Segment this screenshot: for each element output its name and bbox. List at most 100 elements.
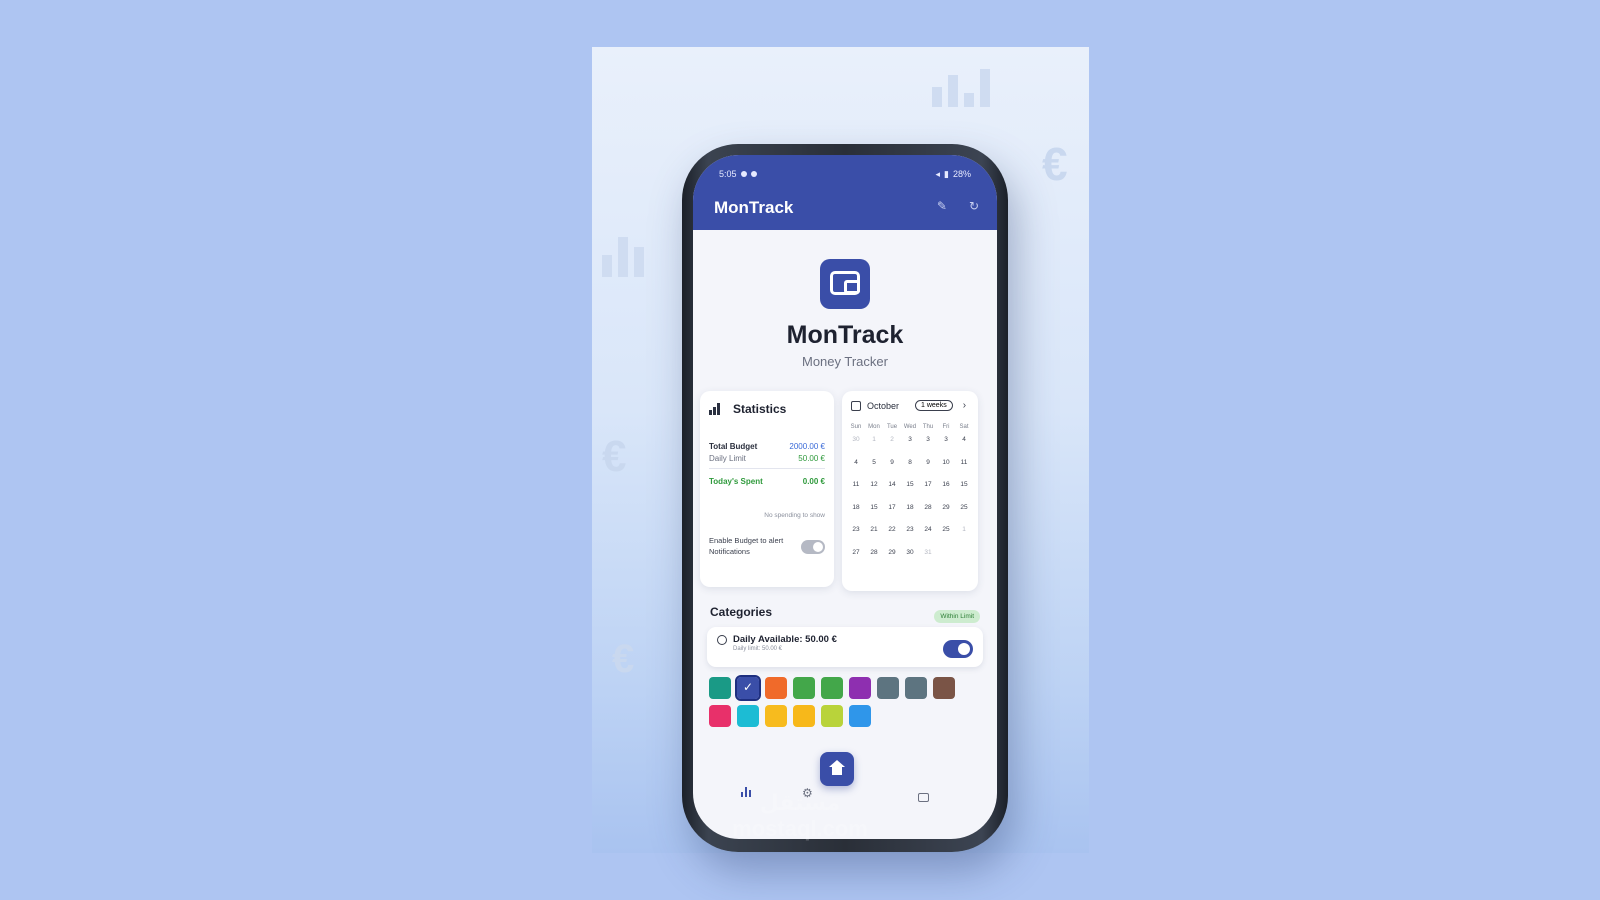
notification-icon — [740, 171, 747, 177]
bar-chart-icon — [602, 227, 662, 277]
statistics-title: Statistics — [733, 402, 787, 416]
watermark: مستقل mostaql.com — [732, 790, 868, 841]
color-swatch[interactable] — [933, 677, 955, 699]
volume-icon: ◂ — [935, 168, 941, 179]
color-swatch[interactable] — [821, 677, 843, 699]
color-swatch[interactable] — [765, 705, 787, 727]
calendar-month: October — [867, 400, 900, 411]
calendar-day[interactable]: 4 — [847, 459, 865, 482]
calendar-day[interactable]: 4 — [955, 436, 973, 459]
calendar-day[interactable]: 10 — [937, 459, 955, 482]
phone-mockup: 5:05 ◂ ▮ 28% MonTrack ✎ ↻ MonTrack Money… — [682, 144, 1008, 852]
weekday-label: Wed — [903, 424, 917, 430]
refresh-icon[interactable]: ↻ — [969, 199, 979, 213]
calendar-day[interactable]: 29 — [883, 549, 901, 572]
calendar-day[interactable]: 15 — [901, 481, 919, 504]
color-swatch[interactable] — [877, 677, 899, 699]
app-hero: MonTrack Money Tracker — [693, 230, 997, 369]
weekday-label: Mon — [868, 424, 880, 430]
calendar-day[interactable]: 18 — [901, 504, 919, 527]
statistics-card: Statistics Total Budget 2000.00 € Daily … — [700, 391, 834, 587]
color-swatch[interactable] — [709, 705, 731, 727]
color-swatch[interactable] — [793, 705, 815, 727]
total-budget-value: 2000.00 € — [789, 442, 825, 451]
calendar-day[interactable]: 9 — [919, 459, 937, 482]
daily-available-card[interactable]: Daily Available: 50.00 € Daily limit: 50… — [707, 627, 983, 667]
budget-notification-label: Enable Budget to alert Notifications — [709, 536, 784, 556]
bar-chart-icon — [932, 67, 1002, 107]
euro-icon: € — [612, 637, 635, 681]
calendar-day[interactable]: 14 — [883, 481, 901, 504]
calendar-day[interactable]: 25 — [955, 504, 973, 527]
calendar-day[interactable]: 11 — [847, 481, 865, 504]
calendar-day[interactable]: 23 — [847, 526, 865, 549]
calendar-day[interactable]: 5 — [865, 459, 883, 482]
weekday-label: Tue — [886, 424, 898, 430]
calendar-day[interactable]: 23 — [901, 526, 919, 549]
calendar-day[interactable]: 24 — [919, 526, 937, 549]
color-swatch[interactable] — [849, 677, 871, 699]
nav-wallet-icon[interactable] — [918, 793, 929, 802]
daily-available-toggle[interactable] — [943, 640, 973, 658]
calendar-day[interactable]: 3 — [937, 436, 955, 459]
calendar-day[interactable]: 27 — [847, 549, 865, 572]
app-bar-title: MonTrack — [714, 198, 794, 217]
calendar-day[interactable]: 1 — [955, 526, 973, 549]
calendar-day[interactable]: 11 — [955, 459, 973, 482]
categories-section: Categories Within Limit Daily Available:… — [693, 600, 997, 727]
calendar-day[interactable]: 21 — [865, 526, 883, 549]
color-swatch[interactable] — [709, 677, 731, 699]
divider — [709, 468, 825, 469]
budget-notification-toggle[interactable] — [801, 539, 825, 554]
calendar-day[interactable]: 3 — [919, 436, 937, 459]
calendar-day[interactable]: 15 — [865, 504, 883, 527]
color-swatch[interactable] — [765, 677, 787, 699]
calendar-grid: Sun Mon Tue Wed Thu Fri Sat 30 1 2 3 3 3 4 4 5 9 8 9 10 11 11… — [847, 424, 973, 571]
color-swatch[interactable] — [737, 705, 759, 727]
daily-limit-label: Daily Limit — [709, 454, 746, 463]
color-swatch[interactable] — [849, 705, 871, 727]
calendar-day[interactable]: 17 — [883, 504, 901, 527]
notification-icon — [750, 171, 757, 177]
calendar-day[interactable]: 28 — [865, 549, 883, 572]
color-swatch[interactable] — [905, 677, 927, 699]
daily-limit-value: 50.00 € — [798, 454, 825, 463]
calendar-icon — [851, 400, 861, 411]
app-bar: 5:05 ◂ ▮ 28% MonTrack ✎ ↻ — [693, 155, 997, 230]
calendar-day[interactable]: 22 — [883, 526, 901, 549]
color-swatch-selected[interactable] — [735, 675, 761, 701]
calendar-day[interactable]: 3 — [901, 436, 919, 459]
calendar-day[interactable]: 9 — [883, 459, 901, 482]
calendar-day[interactable]: 17 — [919, 481, 937, 504]
globe-icon — [717, 635, 727, 645]
status-badge: Within Limit — [934, 610, 980, 623]
weekday-label: Sat — [959, 424, 969, 430]
calendar-day[interactable]: 30 — [847, 436, 865, 459]
weekday-label: Sun — [850, 424, 862, 430]
calendar-day[interactable]: 30 — [901, 549, 919, 572]
calendar-day[interactable]: 8 — [901, 459, 919, 482]
todays-spent-value: 0.00 € — [802, 477, 825, 486]
calendar-day[interactable]: 29 — [937, 504, 955, 527]
weekday-label: Fri — [942, 424, 950, 430]
home-button[interactable] — [820, 752, 854, 786]
daily-limit-subtext: Daily limit: 50.00 € — [733, 646, 783, 652]
home-icon — [829, 760, 845, 776]
calendar-day[interactable]: 15 — [955, 481, 973, 504]
calendar-day[interactable]: 31 — [919, 549, 937, 572]
calendar-day[interactable]: 28 — [919, 504, 937, 527]
calendar-day[interactable]: 16 — [937, 481, 955, 504]
chevron-right-icon[interactable]: › — [963, 400, 966, 411]
hero-subtitle: Money Tracker — [802, 354, 888, 369]
range-selector[interactable]: 1 weeks — [915, 400, 953, 411]
calendar-day[interactable]: 12 — [865, 481, 883, 504]
calendar-day[interactable]: 2 — [883, 436, 901, 459]
color-swatch[interactable] — [821, 705, 843, 727]
calendar-day[interactable]: 1 — [865, 436, 883, 459]
edit-icon[interactable]: ✎ — [937, 199, 947, 213]
calendar-card: October 1 weeks › Sun Mon Tue Wed Thu Fri Sat 3… — [842, 391, 978, 591]
calendar-day[interactable]: 18 — [847, 504, 865, 527]
calendar-day[interactable]: 25 — [937, 526, 955, 549]
hero-title: MonTrack — [786, 321, 904, 349]
color-swatch[interactable] — [793, 677, 815, 699]
